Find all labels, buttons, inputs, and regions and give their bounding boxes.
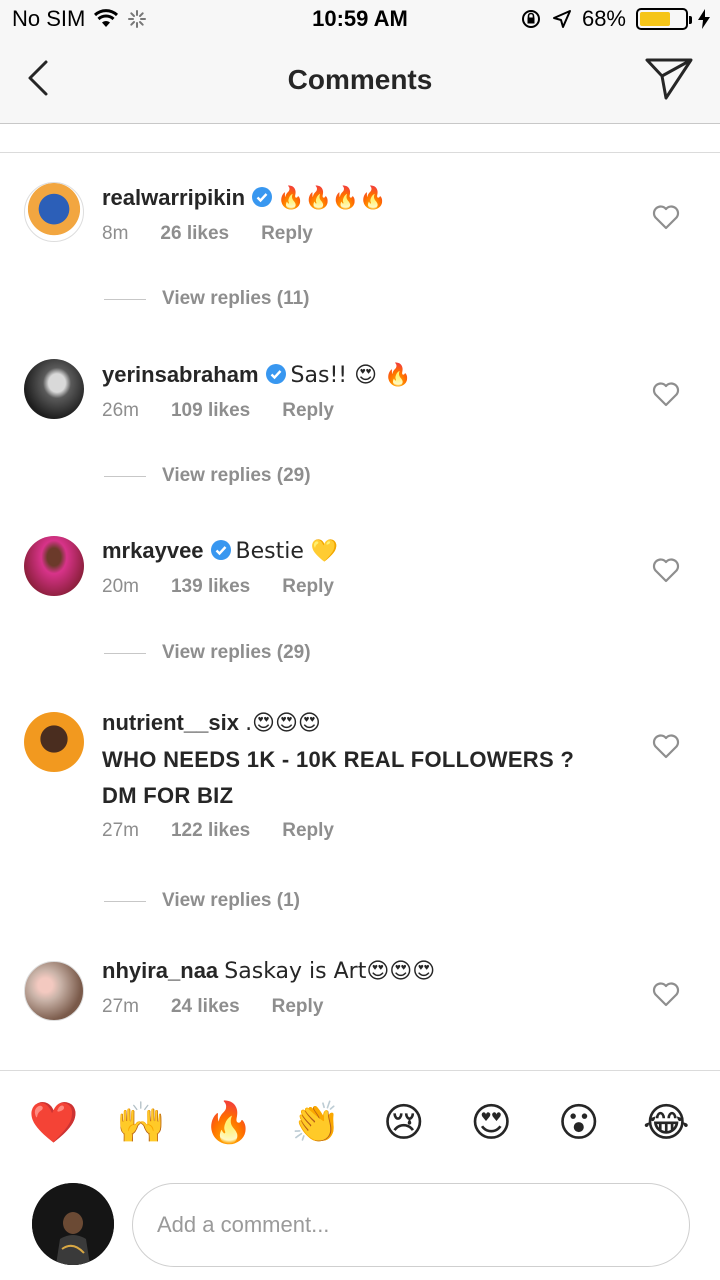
comment-body: mrkayvee Bestie 💛 20m 139 likes Reply	[102, 533, 610, 598]
current-user-avatar	[32, 1183, 114, 1265]
view-replies-button[interactable]: View replies (1)	[104, 890, 300, 912]
verified-badge-icon	[210, 540, 231, 560]
reply-button[interactable]: Reply	[282, 576, 334, 598]
charging-bolt-icon	[698, 9, 710, 29]
quick-emoji-laugh[interactable]: 😂	[636, 1095, 696, 1151]
comment-time: 20m	[102, 576, 139, 597]
battery-icon	[636, 8, 692, 30]
like-heart-icon[interactable]	[652, 204, 680, 230]
quick-emoji-surprised[interactable]: 😮	[549, 1095, 609, 1151]
quick-emoji-heart-eyes[interactable]: 😍	[461, 1095, 521, 1151]
comment-likes[interactable]: 139 likes	[171, 576, 250, 598]
quick-emoji-cry[interactable]: 😢	[374, 1095, 434, 1151]
send-icon[interactable]	[644, 56, 694, 102]
reply-button[interactable]: Reply	[282, 820, 334, 842]
like-heart-icon[interactable]	[652, 733, 680, 759]
like-heart-icon[interactable]	[652, 381, 680, 407]
verified-badge-icon	[265, 364, 286, 384]
comment-composer-panel: ❤️ 🙌 🔥 👏 😢 😍 😮 😂	[0, 1070, 720, 1280]
view-replies-button[interactable]: View replies (29)	[104, 642, 311, 664]
avatar[interactable]	[24, 182, 84, 242]
quick-emoji-fire[interactable]: 🔥	[199, 1095, 259, 1151]
view-replies-button[interactable]: View replies (29)	[104, 465, 311, 487]
comment-text: .😍😍😍	[245, 711, 321, 736]
comment-username[interactable]: nhyira_naa	[102, 958, 218, 983]
comment-text: Saskay is Art😍😍😍	[224, 959, 436, 984]
like-heart-icon[interactable]	[652, 557, 680, 583]
comment-likes[interactable]: 109 likes	[171, 400, 250, 422]
comment-body: realwarripikin 🔥🔥🔥🔥 8m 26 likes Reply	[102, 180, 610, 245]
avatar[interactable]	[24, 536, 84, 596]
comment-username[interactable]: mrkayvee	[102, 538, 204, 563]
view-replies-label: View replies (11)	[162, 288, 310, 309]
page-title: Comments	[287, 64, 433, 95]
status-bar: No SIM 10:59 AM 68%	[0, 0, 720, 40]
comment-meta: 8m 26 likes Reply	[102, 223, 610, 245]
avatar[interactable]	[24, 359, 84, 419]
quick-emoji-raised-hands[interactable]: 🙌	[111, 1095, 171, 1151]
comment-input[interactable]	[132, 1183, 690, 1267]
quick-emoji-bar: ❤️ 🙌 🔥 👏 😢 😍 😮 😂	[0, 1095, 720, 1151]
battery-percent: 68%	[581, 6, 626, 31]
status-right: 68%	[520, 6, 710, 32]
quick-emoji-clap[interactable]: 👏	[286, 1095, 346, 1151]
comment-meta: 20m 139 likes Reply	[102, 576, 610, 598]
comment-time: 27m	[102, 996, 139, 1017]
reply-button[interactable]: Reply	[261, 223, 313, 245]
comment-text: Sas!! 😍 🔥	[290, 363, 412, 388]
comment-text: 🔥🔥🔥🔥	[277, 186, 387, 211]
comment-body: yerinsabraham Sas!! 😍 🔥 26m 109 likes Rep…	[102, 357, 610, 422]
comment-body: nutrient__six .😍😍😍 WHO NEEDS 1K - 10K RE…	[102, 705, 610, 842]
view-replies-label: View replies (29)	[162, 642, 311, 663]
comment-meta: 27m 24 likes Reply	[102, 996, 610, 1018]
comment-text: Bestie 💛	[235, 539, 339, 564]
comment-likes[interactable]: 24 likes	[171, 996, 240, 1018]
comment-body: nhyira_naa Saskay is Art😍😍😍 27m 24 likes…	[102, 953, 610, 1018]
battery-level	[640, 12, 670, 26]
comment-time: 8m	[102, 223, 129, 244]
avatar[interactable]	[24, 712, 84, 772]
view-replies-label: View replies (29)	[162, 465, 311, 486]
comment-meta: 26m 109 likes Reply	[102, 400, 610, 422]
reply-button[interactable]: Reply	[272, 996, 324, 1018]
avatar[interactable]	[24, 961, 84, 1021]
quick-emoji-heart[interactable]: ❤️	[24, 1095, 84, 1151]
comment-time: 27m	[102, 820, 139, 841]
comment-meta: 27m 122 likes Reply	[102, 820, 610, 842]
reply-button[interactable]: Reply	[282, 400, 334, 422]
comment-time: 26m	[102, 400, 139, 421]
view-replies-button[interactable]: View replies (11)	[104, 288, 310, 310]
divider	[0, 152, 720, 153]
comment-username[interactable]: nutrient__six	[102, 710, 239, 735]
like-heart-icon[interactable]	[652, 981, 680, 1007]
comment-username[interactable]: realwarripikin	[102, 185, 245, 210]
view-replies-label: View replies (1)	[162, 890, 300, 911]
avatar-image	[32, 1183, 114, 1265]
orientation-lock-icon	[521, 10, 540, 28]
verified-badge-icon	[252, 187, 273, 207]
comment-text-body: WHO NEEDS 1K - 10K REAL FOLLOWERS ? DM F…	[102, 747, 575, 808]
comment-likes[interactable]: 122 likes	[171, 820, 250, 842]
comment-likes[interactable]: 26 likes	[160, 223, 229, 245]
location-icon	[552, 10, 571, 28]
comment-username[interactable]: yerinsabraham	[102, 362, 259, 387]
nav-bar: Comments	[0, 40, 720, 124]
